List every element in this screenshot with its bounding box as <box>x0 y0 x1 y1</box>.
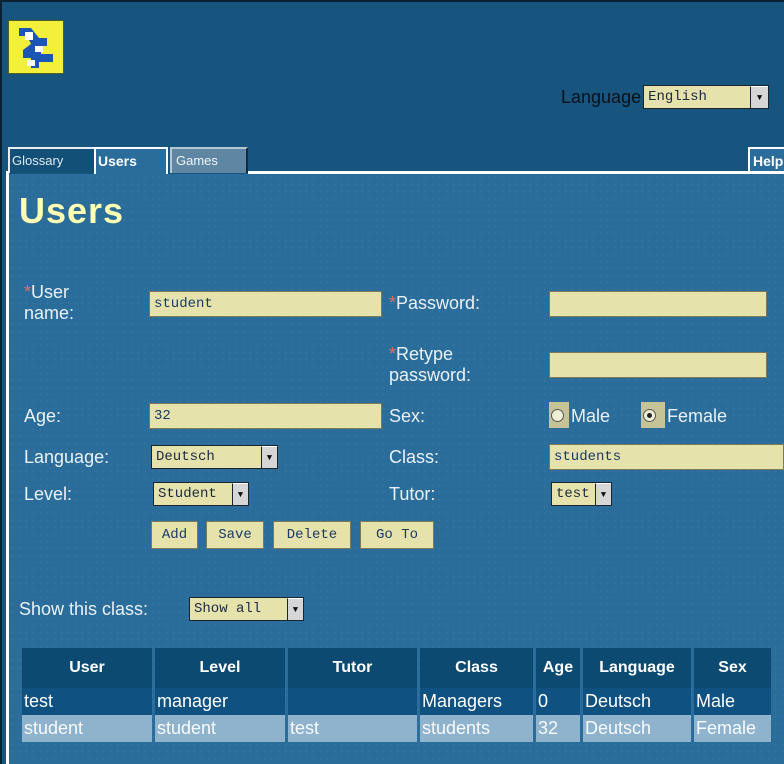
password-label: *Password: <box>389 293 480 314</box>
chevron-down-icon[interactable]: ▼ <box>261 446 277 468</box>
column-header-user[interactable]: User <box>22 648 152 688</box>
global-language-selector: Language English ▼ <box>561 84 770 110</box>
table-cell: student <box>22 715 152 742</box>
tutor-select-value: test <box>556 486 590 502</box>
sex-male-radio-box[interactable] <box>549 402 569 428</box>
tab-games[interactable]: Games <box>170 147 248 173</box>
retype-label-line1: Retype <box>396 344 454 364</box>
level-label: Level: <box>24 484 73 504</box>
column-header-tutor[interactable]: Tutor <box>288 648 417 688</box>
level-select-value: Student <box>158 486 217 502</box>
username-label-line2: name: <box>24 303 75 323</box>
table-cell: Managers <box>420 688 533 715</box>
tutor-label: Tutor: <box>389 484 436 504</box>
global-language-label: Language <box>561 86 642 107</box>
running-man-icon <box>13 24 61 72</box>
table-row-selected[interactable]: student student test students 32 Deutsch… <box>22 715 771 742</box>
sex-female-label[interactable]: Female <box>667 406 727 427</box>
required-mark: * <box>389 344 397 364</box>
content-panel-border <box>6 171 9 764</box>
column-header-language[interactable]: Language <box>583 648 691 688</box>
retype-password-label: *Retype password: <box>389 344 471 386</box>
tab-glossary[interactable]: Glossary <box>8 147 94 173</box>
table-cell: 32 <box>536 715 580 742</box>
required-mark: * <box>389 293 397 313</box>
column-header-class[interactable]: Class <box>420 648 533 688</box>
chevron-down-icon[interactable]: ▼ <box>287 598 303 620</box>
username-label-line1: User <box>31 282 70 302</box>
table-cell: student <box>155 715 285 742</box>
age-field[interactable]: 32 <box>149 403 382 429</box>
users-table: User Level Tutor Class Age Language Sex … <box>19 648 774 742</box>
language-select-value: Deutsch <box>156 449 215 465</box>
table-cell: Female <box>694 715 771 742</box>
show-class-value: Show all <box>194 601 262 617</box>
show-class-label: Show this class: <box>19 599 149 619</box>
sex-female-radio-box[interactable] <box>641 402 665 428</box>
window-frame-left <box>0 0 2 764</box>
language-select[interactable]: Deutsch ▼ <box>151 445 278 469</box>
page-title: Users <box>19 190 125 231</box>
sex-label: Sex: <box>389 406 426 426</box>
global-language-select[interactable]: English ▼ <box>643 85 770 109</box>
retype-label-line2: password: <box>389 365 472 385</box>
level-select[interactable]: Student ▼ <box>153 482 249 506</box>
column-header-sex[interactable]: Sex <box>694 648 771 688</box>
save-button[interactable]: Save <box>206 521 264 549</box>
required-mark: * <box>24 282 32 302</box>
sex-female-radio[interactable] <box>643 408 656 422</box>
password-label-text: Password: <box>396 293 481 313</box>
add-button[interactable]: Add <box>151 521 198 549</box>
table-cell: manager <box>155 688 285 715</box>
table-header-row: User Level Tutor Class Age Language Sex <box>22 648 771 688</box>
table-cell: test <box>22 688 152 715</box>
language-label: Language: <box>24 447 110 467</box>
window-frame-top <box>0 0 784 2</box>
chevron-down-icon[interactable]: ▼ <box>750 86 769 108</box>
tab-help[interactable]: Help <box>748 147 784 173</box>
username-field[interactable]: student <box>149 291 382 317</box>
running-man-logo[interactable] <box>8 20 64 74</box>
retype-password-field[interactable] <box>549 352 767 378</box>
table-cell: Male <box>694 688 771 715</box>
class-label: Class: <box>389 447 440 467</box>
show-class-select[interactable]: Show all ▼ <box>189 597 304 621</box>
delete-button[interactable]: Delete <box>273 521 351 549</box>
tutor-select[interactable]: test ▼ <box>551 482 612 506</box>
chevron-down-icon[interactable]: ▼ <box>595 483 611 505</box>
sex-male-label[interactable]: Male <box>571 406 610 427</box>
column-header-level[interactable]: Level <box>155 648 285 688</box>
table-cell: Deutsch <box>583 715 691 742</box>
tab-users[interactable]: Users <box>94 147 168 174</box>
table-cell: Deutsch <box>583 688 691 715</box>
table-cell: 0 <box>536 688 580 715</box>
table-cell: test <box>288 715 417 742</box>
age-label: Age: <box>24 406 62 426</box>
global-language-value: English <box>648 89 707 105</box>
sex-male-radio[interactable] <box>551 408 564 422</box>
table-cell: students <box>420 715 533 742</box>
table-row[interactable]: test manager Managers 0 Deutsch Male <box>22 688 771 715</box>
column-header-age[interactable]: Age <box>536 648 580 688</box>
username-label: *User name: <box>24 282 74 324</box>
chevron-down-icon[interactable]: ▼ <box>232 483 248 505</box>
password-field[interactable] <box>549 291 767 317</box>
go-to-button[interactable]: Go To <box>360 521 434 549</box>
class-field[interactable]: students <box>549 444 784 470</box>
table-cell <box>288 688 417 715</box>
